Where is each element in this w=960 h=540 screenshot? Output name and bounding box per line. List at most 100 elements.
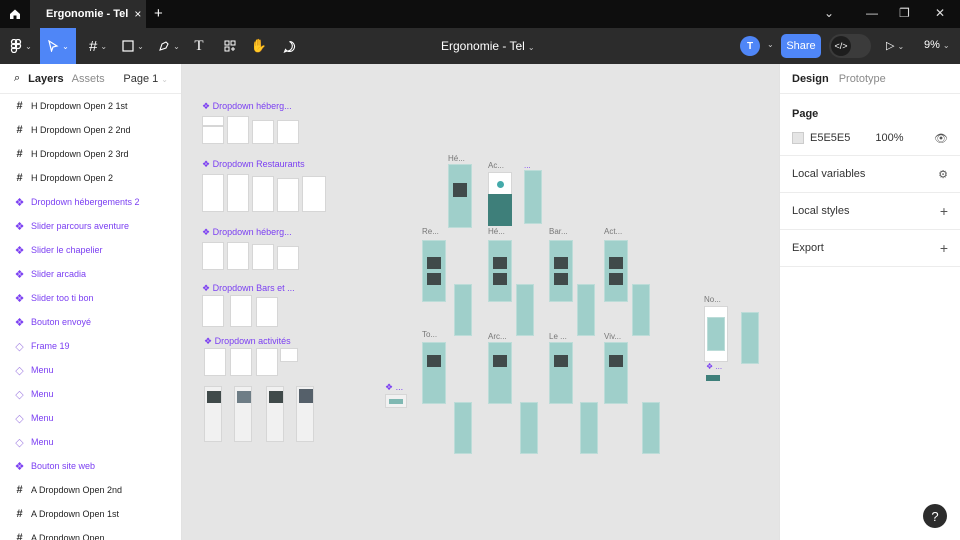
dropdown-frame[interactable] (277, 120, 299, 144)
canvas-frame-label[interactable]: ... (524, 161, 531, 170)
dropdown-frame[interactable] (256, 297, 278, 327)
background-swatch[interactable] (792, 132, 804, 144)
canvas-frame-label[interactable]: Hé... (488, 227, 505, 236)
comment-tool-button[interactable] (279, 28, 299, 64)
hand-tool-button[interactable]: ✋ (249, 28, 269, 64)
shape-tool-button[interactable]: ⌄ (118, 28, 148, 64)
phone-screen[interactable] (524, 170, 542, 224)
slider-frame[interactable] (266, 386, 284, 442)
canvas-frame-label[interactable]: Arc... (488, 332, 507, 341)
layer-item[interactable]: ◇ Menu (0, 382, 181, 406)
minimize-icon[interactable]: — (866, 6, 878, 20)
layer-item[interactable]: ◇ Menu (0, 430, 181, 454)
file-tab[interactable]: Ergonomie - Tel × (30, 0, 146, 28)
phone-screen[interactable] (549, 342, 573, 404)
phone-screen[interactable] (604, 240, 628, 302)
layer-item[interactable]: # H Dropdown Open 2 (0, 166, 181, 190)
layer-item[interactable]: ◇ Menu (0, 406, 181, 430)
dropdown-frame[interactable] (302, 176, 326, 212)
phone-screen[interactable] (577, 284, 595, 336)
dropdown-frame[interactable] (202, 242, 224, 270)
dropdown-frame[interactable] (252, 176, 274, 212)
move-tool-button[interactable]: ⌄ (40, 28, 76, 64)
canvas-component-label[interactable]: ❖ Dropdown activités (204, 336, 291, 347)
button-frame[interactable] (385, 394, 407, 408)
dropdown-frame[interactable] (227, 242, 249, 270)
phone-screen[interactable] (454, 402, 472, 454)
layer-item[interactable]: ❖ Slider too ti bon (0, 286, 181, 310)
canvas-component-label[interactable]: ❖ Dropdown héberg... (202, 227, 292, 238)
canvas-component-label[interactable]: ❖ ... (385, 382, 403, 393)
resources-button[interactable] (220, 28, 240, 64)
local-styles-section[interactable]: Local styles + (780, 193, 960, 230)
dropdown-frame[interactable] (202, 295, 224, 327)
dropdown-frame[interactable] (202, 116, 224, 126)
page-select[interactable]: Page 1 ⌄ (123, 73, 168, 85)
phone-screen[interactable] (549, 240, 573, 302)
phone-screen[interactable] (704, 306, 728, 362)
present-button[interactable]: ▷ ⌄ (886, 39, 904, 52)
help-button[interactable]: ? (923, 504, 947, 528)
dropdown-frame[interactable] (277, 178, 299, 212)
phone-screen[interactable] (580, 402, 598, 454)
avatar[interactable]: T (740, 36, 760, 56)
slider-frame[interactable] (204, 386, 222, 442)
phone-screen[interactable] (454, 284, 472, 336)
dropdown-frame[interactable] (202, 126, 224, 144)
canvas-frame-label[interactable]: Bar... (549, 227, 568, 236)
dropdown-frame[interactable] (227, 116, 249, 144)
phone-screen[interactable] (516, 284, 534, 336)
tab-assets[interactable]: Assets (72, 73, 105, 85)
layer-item[interactable]: ❖ Slider arcadia (0, 262, 181, 286)
canvas-frame-label[interactable]: Ac... (488, 161, 504, 170)
phone-screen[interactable] (642, 402, 660, 454)
home-icon[interactable] (0, 0, 30, 28)
chevron-down-icon[interactable]: ⌄ (824, 6, 834, 20)
layer-item[interactable]: # A Dropdown Open (0, 526, 181, 540)
dropdown-frame[interactable] (280, 348, 298, 362)
phone-screen[interactable] (422, 342, 446, 404)
text-tool-button[interactable]: T (189, 28, 209, 64)
layer-item[interactable]: ❖ Bouton site web (0, 454, 181, 478)
phone-screen[interactable] (632, 284, 650, 336)
main-menu-button[interactable]: ⌄ (6, 28, 36, 64)
phone-screen[interactable] (448, 164, 472, 228)
canvas-component-label[interactable]: ❖ Dropdown Restaurants (202, 159, 305, 170)
add-export-icon[interactable]: + (940, 240, 948, 256)
dropdown-frame[interactable] (227, 174, 249, 212)
layer-item[interactable]: ❖ Slider parcours aventure (0, 214, 181, 238)
document-title[interactable]: Ergonomie - Tel ⌄ (441, 39, 535, 53)
layer-item[interactable]: ❖ Bouton envoyé (0, 310, 181, 334)
dropdown-frame[interactable] (202, 174, 224, 212)
layer-item[interactable]: ❖ Slider le chapelier (0, 238, 181, 262)
dev-mode-toggle[interactable]: </> (829, 34, 871, 58)
layer-item[interactable]: # H Dropdown Open 2 1st (0, 94, 181, 118)
dropdown-frame[interactable] (252, 244, 274, 270)
export-section[interactable]: Export + (780, 230, 960, 267)
dropdown-frame[interactable] (256, 348, 278, 376)
variables-settings-icon[interactable]: ⚙ (938, 168, 948, 181)
frame-tool-button[interactable]: # ⌄ (82, 28, 114, 64)
dropdown-frame[interactable] (204, 348, 226, 376)
layer-item[interactable]: # H Dropdown Open 2 3rd (0, 142, 181, 166)
button-frame[interactable] (706, 375, 720, 381)
zoom-menu[interactable]: 9% ⌄ (924, 39, 950, 51)
tab-layers[interactable]: Layers (28, 73, 63, 85)
canvas-component-label[interactable]: ❖ Dropdown héberg... (202, 101, 292, 112)
dropdown-frame[interactable] (277, 246, 299, 270)
search-icon[interactable]: ⌕ (14, 72, 20, 85)
chevron-down-icon[interactable]: ⌄ (767, 40, 774, 49)
pen-tool-button[interactable]: ⌄ (154, 28, 184, 64)
canvas-frame-label[interactable]: To... (422, 330, 437, 339)
canvas-frame-label[interactable]: Hé... (448, 154, 465, 163)
canvas-frame-label[interactable]: Act... (604, 227, 622, 236)
local-variables-section[interactable]: Local variables ⚙ (780, 156, 960, 193)
new-tab-button[interactable]: + (154, 5, 163, 22)
canvas-frame-label[interactable]: No... (704, 295, 721, 304)
page-background-row[interactable]: E5E5E5 100% 👁 (792, 120, 948, 156)
slider-frame[interactable] (296, 386, 314, 442)
phone-screen[interactable] (741, 312, 759, 364)
dropdown-frame[interactable] (252, 120, 274, 144)
background-hex[interactable]: E5E5E5 (810, 132, 850, 144)
phone-screen[interactable] (520, 402, 538, 454)
